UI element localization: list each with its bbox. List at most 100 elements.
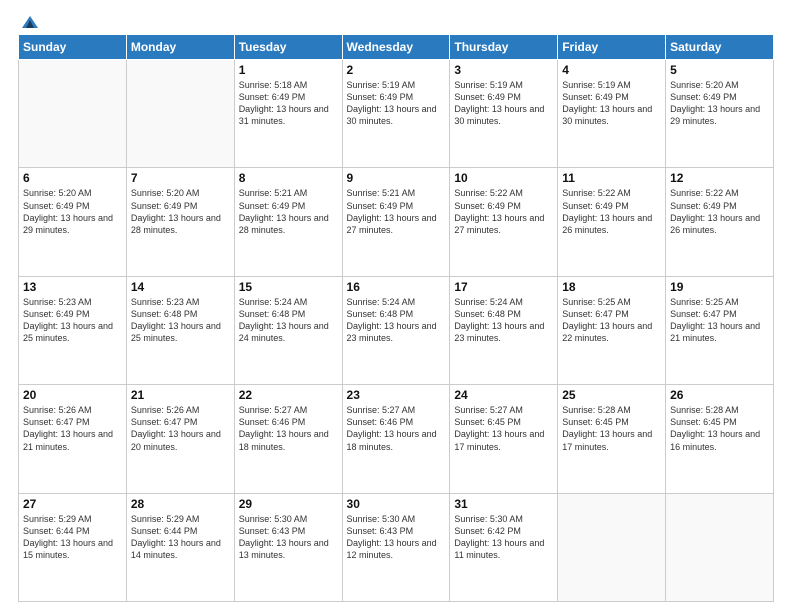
day-info: Sunrise: 5:26 AMSunset: 6:47 PMDaylight:… xyxy=(131,404,230,453)
day-info: Sunrise: 5:23 AMSunset: 6:48 PMDaylight:… xyxy=(131,296,230,345)
day-number: 7 xyxy=(131,171,230,185)
calendar-cell: 27 Sunrise: 5:29 AMSunset: 6:44 PMDayligh… xyxy=(19,493,127,601)
calendar-week-row-4: 27 Sunrise: 5:29 AMSunset: 6:44 PMDayligh… xyxy=(19,493,774,601)
calendar-cell: 22 Sunrise: 5:27 AMSunset: 6:46 PMDayligh… xyxy=(234,385,342,493)
page: SundayMondayTuesdayWednesdayThursdayFrid… xyxy=(0,0,792,612)
calendar-cell: 20Sunrise: 5:26 AMSunset: 6:47 PMDayligh… xyxy=(19,385,127,493)
calendar-cell xyxy=(666,493,774,601)
calendar-cell: 16 Sunrise: 5:24 AMSunset: 6:48 PMDayligh… xyxy=(342,276,450,384)
calendar-header-thursday: Thursday xyxy=(450,35,558,60)
day-number: 23 xyxy=(347,388,446,402)
day-number: 18 xyxy=(562,280,661,294)
day-number: 25 xyxy=(562,388,661,402)
day-number: 2 xyxy=(347,63,446,77)
day-number: 28 xyxy=(131,497,230,511)
day-number: 5 xyxy=(670,63,769,77)
calendar-cell: 31 Sunrise: 5:30 AMSunset: 6:42 PMDayligh… xyxy=(450,493,558,601)
day-info: Sunrise: 5:22 AMSunset: 6:49 PMDaylight:… xyxy=(562,187,661,236)
calendar-cell: 24 Sunrise: 5:27 AMSunset: 6:45 PMDayligh… xyxy=(450,385,558,493)
calendar-cell: 25 Sunrise: 5:28 AMSunset: 6:45 PMDayligh… xyxy=(558,385,666,493)
calendar-header-saturday: Saturday xyxy=(666,35,774,60)
day-number: 22 xyxy=(239,388,338,402)
day-number: 20 xyxy=(23,388,122,402)
day-info: Sunrise: 5:27 AMSunset: 6:45 PMDaylight:… xyxy=(454,404,553,453)
day-info: Sunrise: 5:28 AMSunset: 6:45 PMDaylight:… xyxy=(562,404,661,453)
calendar-cell: 17 Sunrise: 5:24 AMSunset: 6:48 PMDayligh… xyxy=(450,276,558,384)
day-number: 15 xyxy=(239,280,338,294)
day-number: 14 xyxy=(131,280,230,294)
day-info: Sunrise: 5:22 AMSunset: 6:49 PMDaylight:… xyxy=(670,187,769,236)
day-number: 3 xyxy=(454,63,553,77)
calendar-header-row: SundayMondayTuesdayWednesdayThursdayFrid… xyxy=(19,35,774,60)
calendar-cell: 7 Sunrise: 5:20 AMSunset: 6:49 PMDaylight… xyxy=(126,168,234,276)
header xyxy=(18,18,774,26)
day-info: Sunrise: 5:30 AMSunset: 6:43 PMDaylight:… xyxy=(347,513,446,562)
calendar-cell: 11Sunrise: 5:22 AMSunset: 6:49 PMDayligh… xyxy=(558,168,666,276)
calendar-cell: 14 Sunrise: 5:23 AMSunset: 6:48 PMDayligh… xyxy=(126,276,234,384)
day-number: 26 xyxy=(670,388,769,402)
calendar-week-row-2: 13 Sunrise: 5:23 AMSunset: 6:49 PMDayligh… xyxy=(19,276,774,384)
calendar-cell: 9Sunrise: 5:21 AMSunset: 6:49 PMDaylight… xyxy=(342,168,450,276)
day-info: Sunrise: 5:20 AMSunset: 6:49 PMDaylight:… xyxy=(131,187,230,236)
day-info: Sunrise: 5:24 AMSunset: 6:48 PMDaylight:… xyxy=(347,296,446,345)
day-info: Sunrise: 5:30 AMSunset: 6:42 PMDaylight:… xyxy=(454,513,553,562)
day-info: Sunrise: 5:27 AMSunset: 6:46 PMDaylight:… xyxy=(239,404,338,453)
calendar-cell: 2 Sunrise: 5:19 AMSunset: 6:49 PMDaylight… xyxy=(342,60,450,168)
logo-icon xyxy=(20,14,40,30)
calendar-header-wednesday: Wednesday xyxy=(342,35,450,60)
calendar-cell: 23Sunrise: 5:27 AMSunset: 6:46 PMDayligh… xyxy=(342,385,450,493)
calendar-cell: 13 Sunrise: 5:23 AMSunset: 6:49 PMDayligh… xyxy=(19,276,127,384)
calendar-cell: 29 Sunrise: 5:30 AMSunset: 6:43 PMDayligh… xyxy=(234,493,342,601)
day-info: Sunrise: 5:21 AMSunset: 6:49 PMDaylight:… xyxy=(239,187,338,236)
calendar-cell: 21Sunrise: 5:26 AMSunset: 6:47 PMDayligh… xyxy=(126,385,234,493)
day-number: 13 xyxy=(23,280,122,294)
day-info: Sunrise: 5:19 AMSunset: 6:49 PMDaylight:… xyxy=(347,79,446,128)
day-info: Sunrise: 5:22 AMSunset: 6:49 PMDaylight:… xyxy=(454,187,553,236)
day-number: 30 xyxy=(347,497,446,511)
calendar-week-row-0: 1Sunrise: 5:18 AMSunset: 6:49 PMDaylight… xyxy=(19,60,774,168)
calendar-cell: 3 Sunrise: 5:19 AMSunset: 6:49 PMDaylight… xyxy=(450,60,558,168)
calendar-cell: 5 Sunrise: 5:20 AMSunset: 6:49 PMDaylight… xyxy=(666,60,774,168)
day-info: Sunrise: 5:30 AMSunset: 6:43 PMDaylight:… xyxy=(239,513,338,562)
calendar-cell: 6 Sunrise: 5:20 AMSunset: 6:49 PMDaylight… xyxy=(19,168,127,276)
day-number: 27 xyxy=(23,497,122,511)
day-number: 19 xyxy=(670,280,769,294)
day-info: Sunrise: 5:24 AMSunset: 6:48 PMDaylight:… xyxy=(454,296,553,345)
calendar-header-tuesday: Tuesday xyxy=(234,35,342,60)
calendar-cell: 10 Sunrise: 5:22 AMSunset: 6:49 PMDayligh… xyxy=(450,168,558,276)
day-info: Sunrise: 5:25 AMSunset: 6:47 PMDaylight:… xyxy=(562,296,661,345)
day-number: 1 xyxy=(239,63,338,77)
calendar-header-friday: Friday xyxy=(558,35,666,60)
calendar-week-row-1: 6 Sunrise: 5:20 AMSunset: 6:49 PMDaylight… xyxy=(19,168,774,276)
calendar-cell: 28 Sunrise: 5:29 AMSunset: 6:44 PMDayligh… xyxy=(126,493,234,601)
day-number: 17 xyxy=(454,280,553,294)
logo xyxy=(18,18,40,26)
calendar-cell xyxy=(19,60,127,168)
day-info: Sunrise: 5:29 AMSunset: 6:44 PMDaylight:… xyxy=(23,513,122,562)
day-info: Sunrise: 5:29 AMSunset: 6:44 PMDaylight:… xyxy=(131,513,230,562)
day-info: Sunrise: 5:23 AMSunset: 6:49 PMDaylight:… xyxy=(23,296,122,345)
day-number: 16 xyxy=(347,280,446,294)
calendar-header-monday: Monday xyxy=(126,35,234,60)
calendar-cell: 15Sunrise: 5:24 AMSunset: 6:48 PMDayligh… xyxy=(234,276,342,384)
day-number: 24 xyxy=(454,388,553,402)
day-info: Sunrise: 5:19 AMSunset: 6:49 PMDaylight:… xyxy=(454,79,553,128)
day-number: 31 xyxy=(454,497,553,511)
calendar-cell: 18 Sunrise: 5:25 AMSunset: 6:47 PMDayligh… xyxy=(558,276,666,384)
day-number: 12 xyxy=(670,171,769,185)
day-info: Sunrise: 5:28 AMSunset: 6:45 PMDaylight:… xyxy=(670,404,769,453)
day-number: 6 xyxy=(23,171,122,185)
day-number: 10 xyxy=(454,171,553,185)
day-info: Sunrise: 5:21 AMSunset: 6:49 PMDaylight:… xyxy=(347,187,446,236)
calendar-cell: 30 Sunrise: 5:30 AMSunset: 6:43 PMDayligh… xyxy=(342,493,450,601)
day-info: Sunrise: 5:19 AMSunset: 6:49 PMDaylight:… xyxy=(562,79,661,128)
day-info: Sunrise: 5:20 AMSunset: 6:49 PMDaylight:… xyxy=(670,79,769,128)
day-number: 4 xyxy=(562,63,661,77)
calendar-cell: 26 Sunrise: 5:28 AMSunset: 6:45 PMDayligh… xyxy=(666,385,774,493)
calendar-cell: 19 Sunrise: 5:25 AMSunset: 6:47 PMDayligh… xyxy=(666,276,774,384)
day-info: Sunrise: 5:20 AMSunset: 6:49 PMDaylight:… xyxy=(23,187,122,236)
day-info: Sunrise: 5:25 AMSunset: 6:47 PMDaylight:… xyxy=(670,296,769,345)
calendar-table: SundayMondayTuesdayWednesdayThursdayFrid… xyxy=(18,34,774,602)
calendar-cell: 4 Sunrise: 5:19 AMSunset: 6:49 PMDaylight… xyxy=(558,60,666,168)
day-number: 29 xyxy=(239,497,338,511)
